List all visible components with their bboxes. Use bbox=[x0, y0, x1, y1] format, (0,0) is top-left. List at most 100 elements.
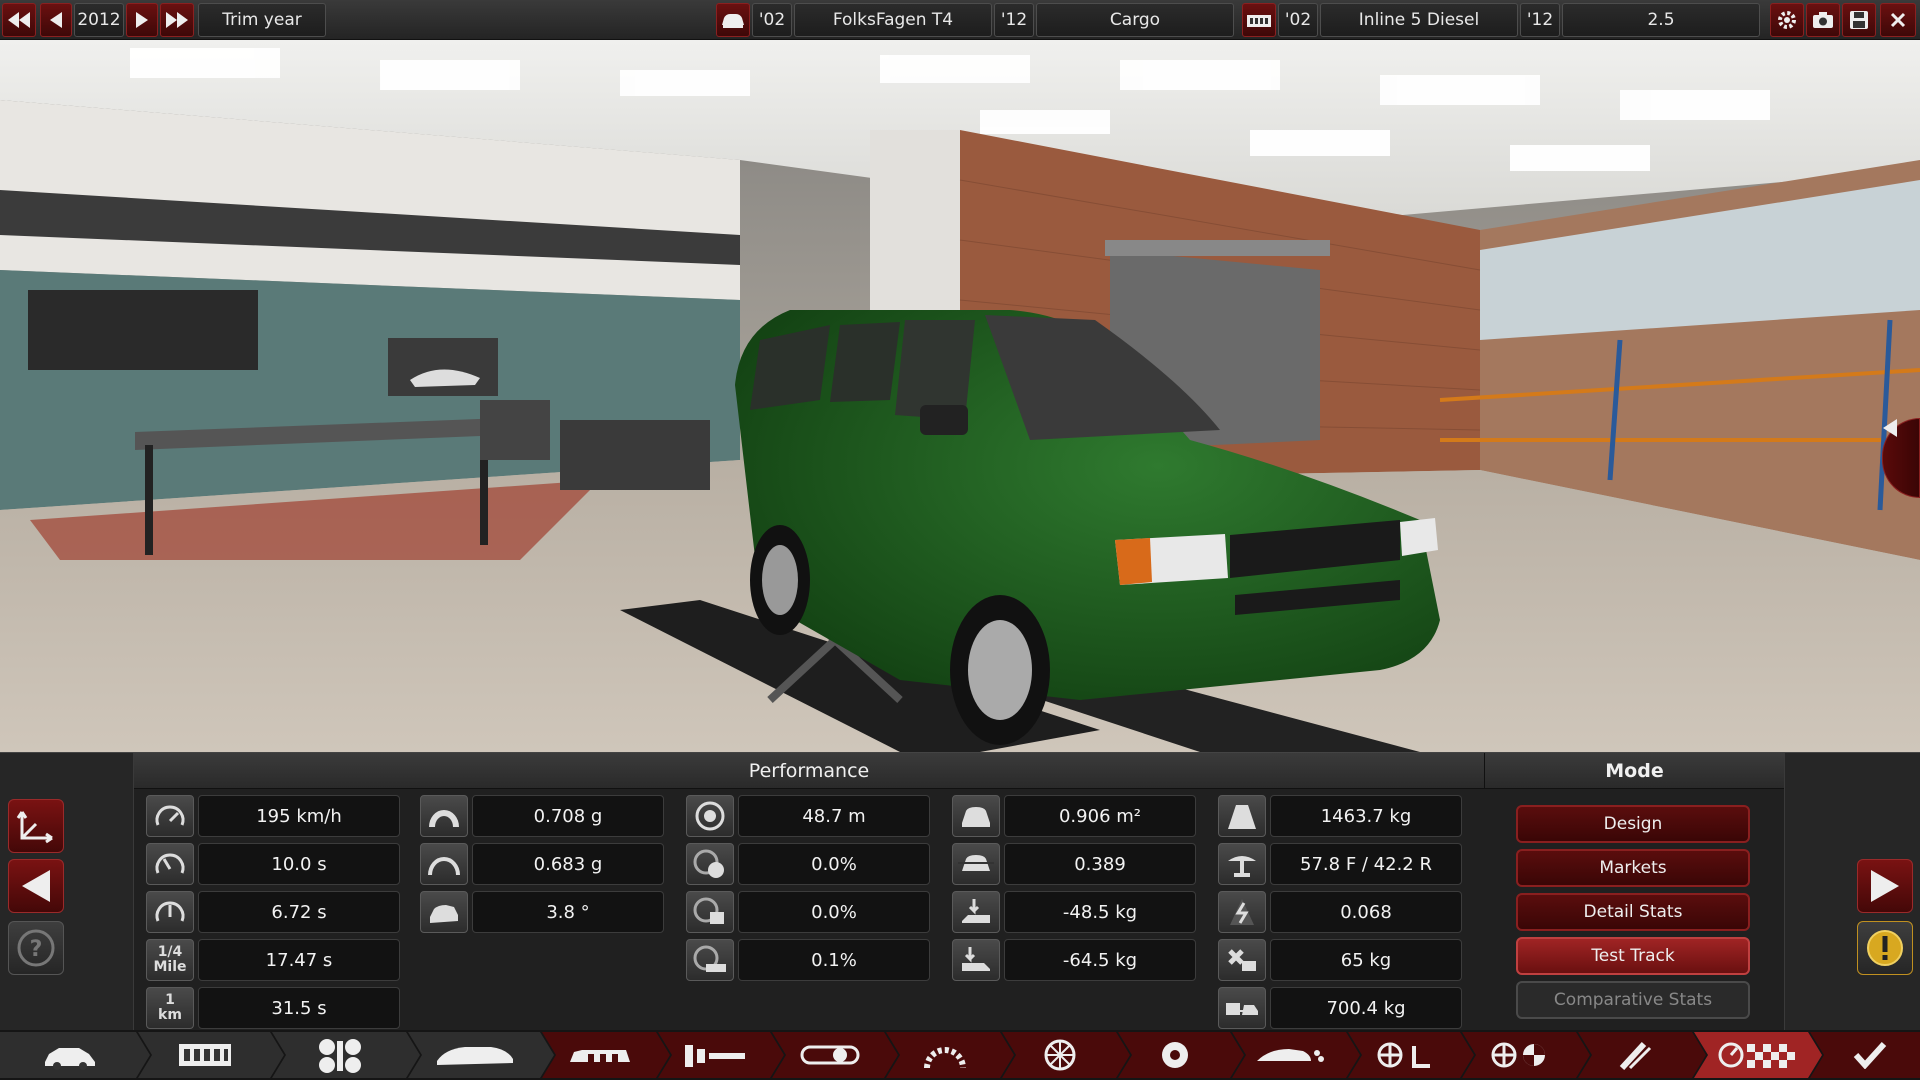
nav-test-track-icon[interactable] bbox=[1708, 1032, 1806, 1078]
cornering-high-speed-value: 0.683 g bbox=[472, 843, 664, 885]
right-arrow-icon bbox=[136, 12, 148, 28]
brake-fade-race-value: 0.0% bbox=[738, 891, 930, 933]
model-name[interactable]: FolksFagen T4 bbox=[794, 3, 992, 37]
nav-drivetrain-icon[interactable] bbox=[295, 1032, 385, 1078]
acceleration-80-120-value: 6.72 s bbox=[198, 891, 400, 933]
mode-detail-stats-button[interactable]: Detail Stats bbox=[1516, 893, 1750, 931]
trim-name[interactable]: Cargo bbox=[1036, 3, 1234, 37]
trim-year-label[interactable]: Trim year bbox=[198, 3, 326, 37]
top-speed-icon bbox=[146, 795, 194, 837]
design-category-nav bbox=[0, 1030, 1920, 1080]
engine-block-icon bbox=[1247, 15, 1271, 27]
mode-comparative-stats-button: Comparative Stats bbox=[1516, 981, 1750, 1019]
weight-value: 1463.7 kg bbox=[1270, 795, 1462, 837]
year-first-button[interactable] bbox=[2, 3, 36, 37]
close-icon bbox=[1890, 12, 1906, 28]
gear-icon bbox=[1778, 11, 1796, 29]
nav-engine-block-icon[interactable] bbox=[160, 1032, 250, 1078]
nav-seats-icon[interactable] bbox=[560, 1032, 640, 1078]
braking-distance-icon bbox=[686, 795, 734, 837]
mode-markets-button[interactable]: Markets bbox=[1516, 849, 1750, 887]
engine-year: '02 bbox=[1278, 3, 1318, 37]
mode-design-button[interactable]: Design bbox=[1516, 805, 1750, 843]
brake-fade-value: 0.0% bbox=[738, 843, 930, 885]
performance-header: Performance bbox=[134, 753, 1484, 789]
nav-fixtures-icon[interactable] bbox=[1594, 1032, 1678, 1078]
nav-safety-icon[interactable] bbox=[1478, 1032, 1562, 1078]
weight-distribution-value: 57.8 F / 42.2 R bbox=[1270, 843, 1462, 885]
braking-distance-value: 48.7 m bbox=[738, 795, 930, 837]
rear-downforce-value: -64.5 kg bbox=[1004, 939, 1196, 981]
top-speed-value: 195 km/h bbox=[198, 795, 400, 837]
help-button[interactable]: ? bbox=[8, 921, 64, 975]
camera-icon bbox=[1813, 12, 1833, 28]
body-roll-icon bbox=[420, 891, 468, 933]
cornering-low-speed-value: 0.708 g bbox=[472, 795, 664, 837]
nav-suspension-icon[interactable] bbox=[790, 1032, 870, 1078]
acceleration-0-100-icon bbox=[146, 843, 194, 885]
brake-fade-race-icon bbox=[686, 891, 734, 933]
nav-aero-icon[interactable] bbox=[1248, 1032, 1332, 1078]
previous-page-button[interactable] bbox=[8, 859, 64, 913]
frontal-area-icon bbox=[952, 795, 1000, 837]
mode-header: Mode bbox=[1484, 753, 1784, 789]
right-toolbar bbox=[1784, 753, 1920, 1031]
warning-button[interactable] bbox=[1857, 921, 1913, 975]
nav-tyres-icon[interactable] bbox=[905, 1032, 985, 1078]
question-mark-icon: ? bbox=[17, 929, 55, 967]
acceleration-80-120-icon bbox=[146, 891, 194, 933]
left-arrow-icon bbox=[50, 12, 62, 28]
settings-button[interactable] bbox=[1770, 3, 1804, 37]
nav-confirm-check-icon[interactable] bbox=[1830, 1032, 1910, 1078]
garage-render bbox=[0, 40, 1920, 752]
year-next-button[interactable] bbox=[126, 3, 158, 37]
nav-brakes-icon[interactable] bbox=[1135, 1032, 1215, 1078]
save-button[interactable] bbox=[1842, 3, 1876, 37]
front-downforce-value: -48.5 kg bbox=[1004, 891, 1196, 933]
car-front-icon bbox=[722, 14, 744, 28]
weight-distribution-icon bbox=[1218, 843, 1266, 885]
left-toolbar: ? bbox=[0, 753, 134, 1031]
garage-scene-viewport[interactable] bbox=[0, 40, 1920, 752]
engine-name[interactable]: Inline 5 Diesel bbox=[1320, 3, 1518, 37]
top-bar: 2012 Trim year '02 FolksFagen T4 '12 Car… bbox=[0, 0, 1920, 40]
one-km-value: 31.5 s bbox=[198, 987, 400, 1029]
engine-variant-year: '12 bbox=[1520, 3, 1560, 37]
nav-rims-icon[interactable] bbox=[1020, 1032, 1100, 1078]
nav-car-icon[interactable] bbox=[30, 1032, 110, 1078]
brake-fade-tow-icon bbox=[686, 939, 734, 981]
frontal-area-value: 0.906 m² bbox=[1004, 795, 1196, 837]
brake-fade-tow-value: 0.1% bbox=[738, 939, 930, 981]
front-downforce-icon bbox=[952, 891, 1000, 933]
left-arrow-icon bbox=[22, 870, 50, 902]
axis-view-button[interactable] bbox=[8, 799, 64, 853]
close-button[interactable] bbox=[1880, 3, 1916, 37]
year-prev-button[interactable] bbox=[40, 3, 72, 37]
warning-icon bbox=[1867, 930, 1903, 966]
quarter-mile-icon: 1/4 Mile bbox=[146, 939, 194, 981]
towing-capacity-value: 700.4 kg bbox=[1270, 987, 1462, 1029]
mode-test-track-button[interactable]: Test Track bbox=[1516, 937, 1750, 975]
towing-capacity-icon bbox=[1218, 987, 1266, 1029]
body-roll-value: 3.8 ° bbox=[472, 891, 664, 933]
weight-icon bbox=[1218, 795, 1266, 837]
trim-model-year: '12 bbox=[994, 3, 1034, 37]
nav-body-icon[interactable] bbox=[425, 1032, 525, 1078]
year-last-button[interactable] bbox=[160, 3, 194, 37]
nav-gearbox-icon[interactable] bbox=[675, 1032, 755, 1078]
payload-value: 65 kg bbox=[1270, 939, 1462, 981]
acceleration-0-100-value: 10.0 s bbox=[198, 843, 400, 885]
nav-interior-icon[interactable] bbox=[1364, 1032, 1448, 1078]
right-arrow-icon bbox=[1871, 870, 1899, 902]
double-right-arrow-icon bbox=[166, 12, 188, 28]
engine-button[interactable] bbox=[1242, 3, 1276, 37]
next-page-button[interactable] bbox=[1857, 859, 1913, 913]
model-button[interactable] bbox=[716, 3, 750, 37]
stats-panel: ? Performance Mode 195 km/h 10.0 s 6.72 … bbox=[0, 752, 1920, 1031]
cornering-high-speed-icon bbox=[420, 843, 468, 885]
screenshot-button[interactable] bbox=[1806, 3, 1840, 37]
double-left-arrow-icon bbox=[8, 12, 30, 28]
engine-variant-name[interactable]: 2.5 bbox=[1562, 3, 1760, 37]
floppy-disk-icon bbox=[1850, 11, 1868, 29]
left-arrow-icon bbox=[1883, 419, 1897, 437]
